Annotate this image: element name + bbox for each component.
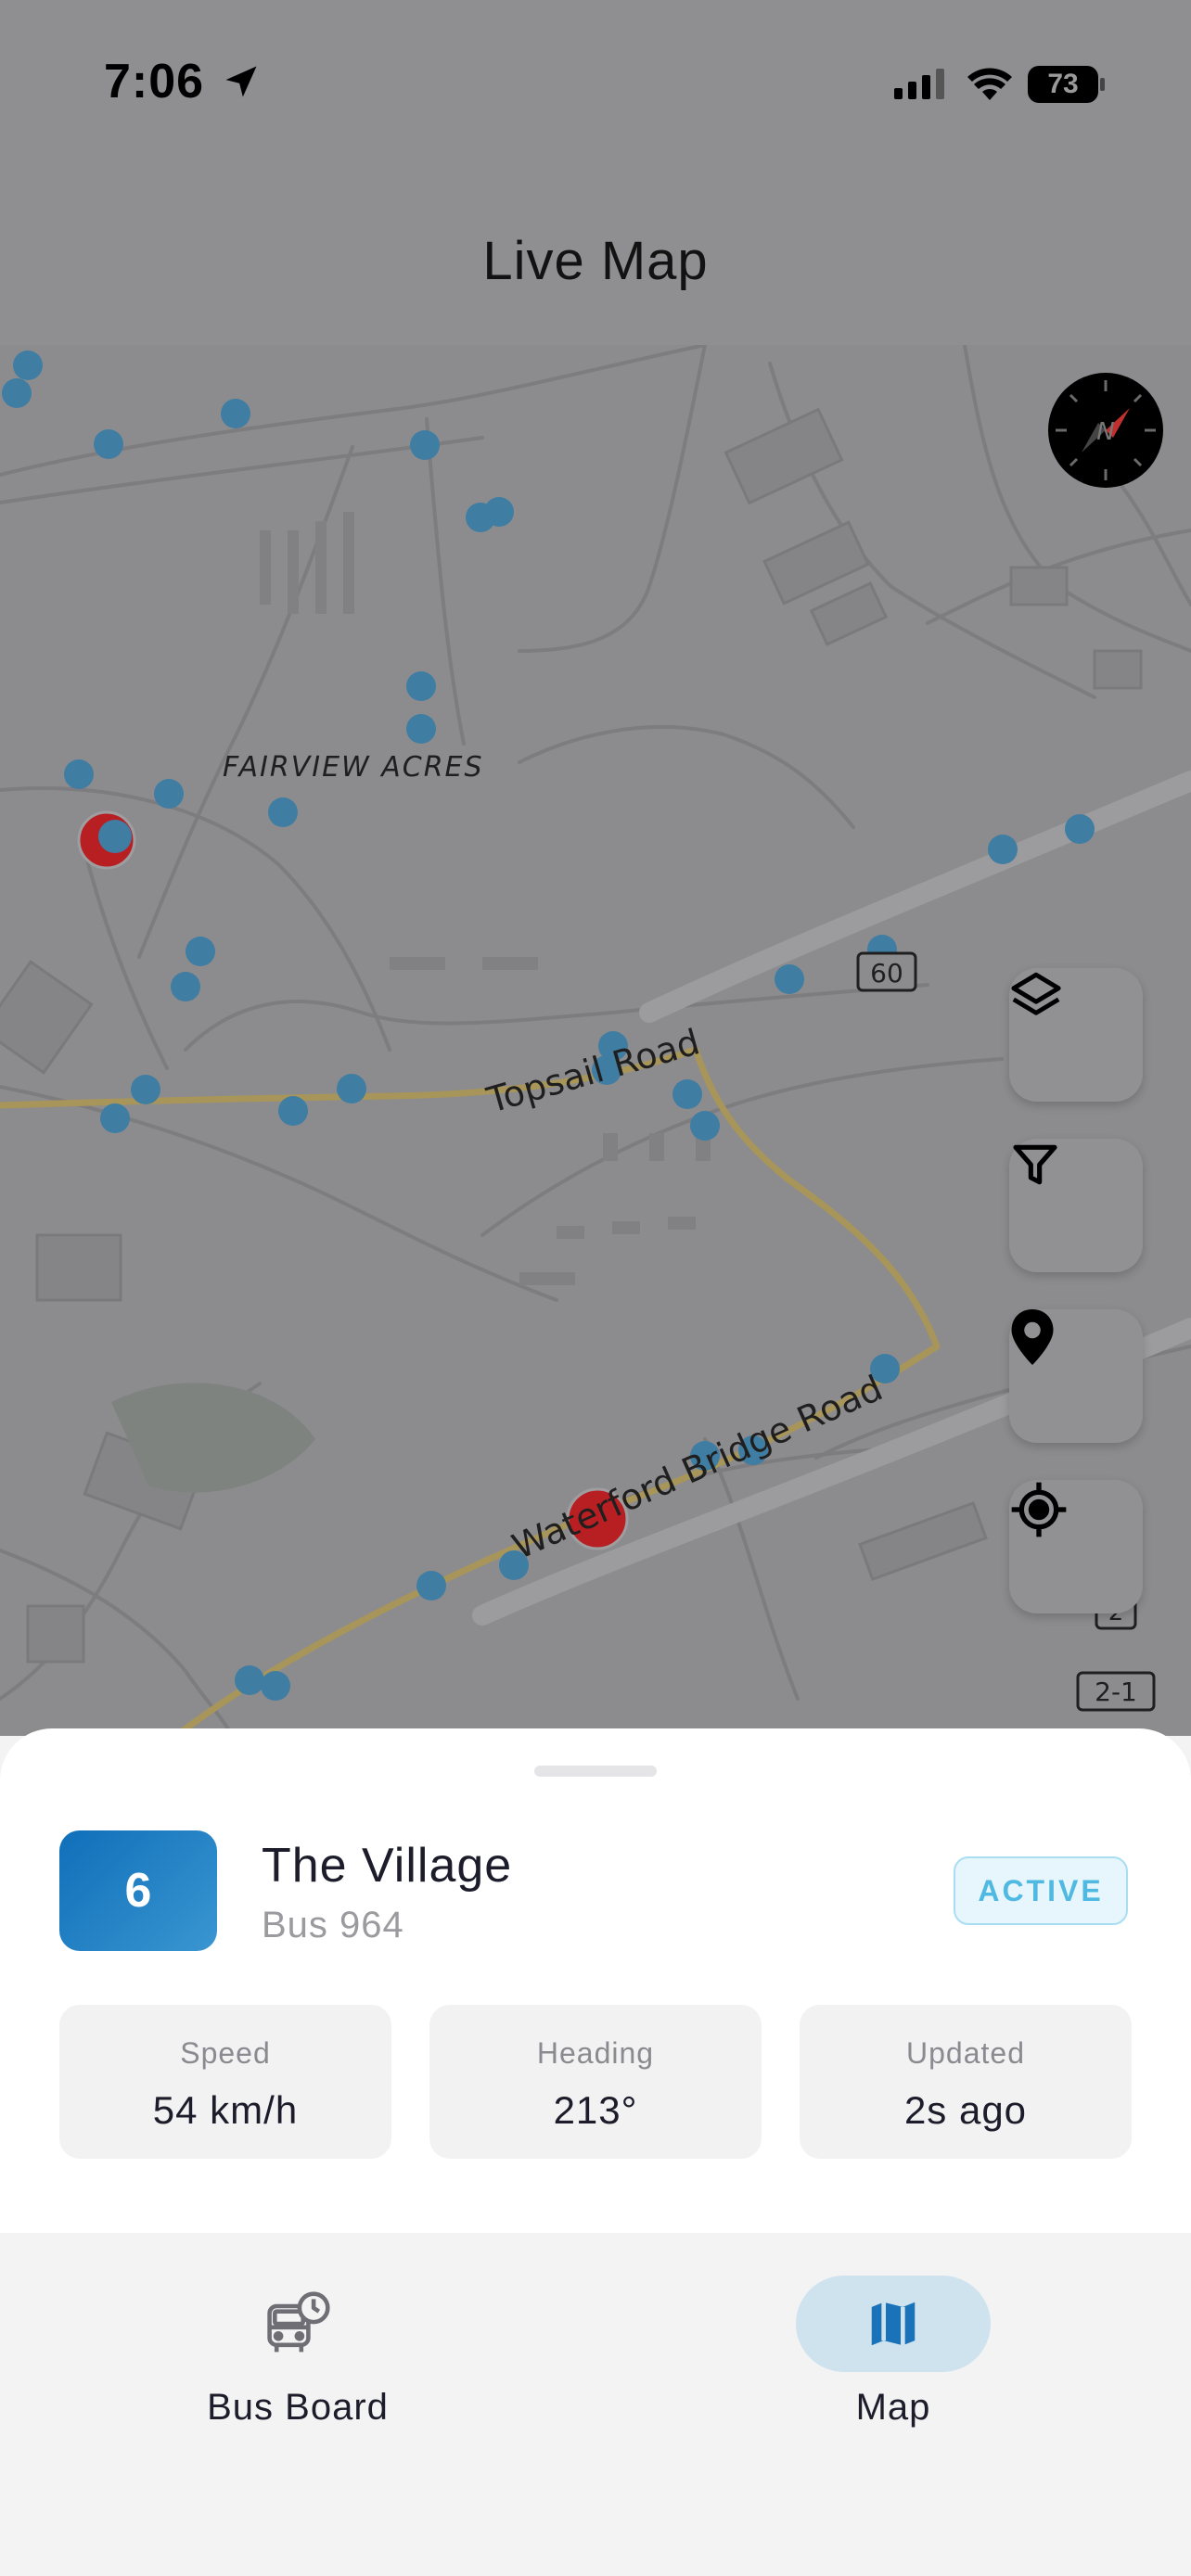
- svg-text:60: 60: [870, 958, 903, 988]
- bus-clock-icon: [267, 2291, 330, 2353]
- route-shield-2-1: 2-1: [1076, 1671, 1156, 1712]
- tab-bus-board[interactable]: Bus Board: [186, 2276, 409, 2429]
- neighborhood-label: FAIRVIEW ACRES: [223, 751, 484, 784]
- road-label-topsail: Topsail Road: [481, 1021, 704, 1121]
- bus-name: Bus 964: [262, 1905, 404, 1945]
- wifi-icon: [967, 68, 1012, 100]
- stat-value: 54 km/h: [152, 2088, 299, 2132]
- tab-label: Map: [855, 2387, 931, 2428]
- map-view[interactable]: FAIRVIEW ACRES Topsail Road Waterford Br…: [0, 345, 1191, 1736]
- stat-label: Updated: [906, 2036, 1025, 2070]
- location-arrow-icon: [225, 66, 257, 97]
- tab-map[interactable]: Map: [782, 2276, 1005, 2429]
- filter-icon: [1013, 1144, 1057, 1185]
- layers-icon: [1011, 972, 1061, 1015]
- tab-icon-container: [200, 2276, 395, 2372]
- app-screen: 7:06 73 Live Map FAIRVIEW ACRES Topsail …: [0, 0, 1191, 2576]
- layers-button[interactable]: [1009, 968, 1143, 1102]
- route-number-badge: 6: [59, 1830, 217, 1951]
- crosshair-icon: [1011, 1482, 1067, 1537]
- signal-icon: [894, 69, 944, 99]
- status-icons: 73: [892, 61, 1105, 108]
- header: 7:06 73 Live Map: [0, 0, 1191, 345]
- stat-updated: Updated 2s ago: [800, 2005, 1132, 2159]
- tab-label: Bus Board: [207, 2387, 389, 2428]
- status-time: 7:06: [104, 55, 205, 108]
- vehicle-detail-sheet[interactable]: 6 The Village Bus 964 ACTIVE Speed 54 km…: [0, 1728, 1191, 2233]
- stat-speed: Speed 54 km/h: [59, 2005, 391, 2159]
- svg-text:N: N: [1096, 418, 1114, 446]
- sheet-grabber[interactable]: [534, 1766, 657, 1777]
- location-pin-icon: [1011, 1309, 1054, 1365]
- page-title: Live Map: [482, 231, 709, 291]
- location-pin-button[interactable]: [1009, 1309, 1143, 1443]
- stat-heading: Heading 213°: [429, 2005, 762, 2159]
- tab-bar: Bus Board Map: [0, 2233, 1191, 2576]
- stat-value: 213°: [553, 2088, 638, 2132]
- filter-button[interactable]: [1009, 1139, 1143, 1272]
- route-name: The Village: [262, 1839, 513, 1893]
- stat-label: Speed: [180, 2036, 271, 2070]
- stat-value: 2s ago: [903, 2088, 1028, 2132]
- tab-icon-container-active: [796, 2276, 991, 2372]
- compass-button[interactable]: N: [1048, 373, 1163, 488]
- stat-label: Heading: [536, 2036, 655, 2070]
- compass-icon: N: [1056, 380, 1156, 480]
- locate-me-button[interactable]: [1009, 1480, 1143, 1613]
- battery-level: 73: [1047, 69, 1079, 99]
- status-badge: ACTIVE: [954, 1856, 1128, 1925]
- svg-text:2-1: 2-1: [1095, 1677, 1137, 1707]
- route-shield-60: 60: [856, 951, 917, 992]
- battery-icon: 73: [1028, 66, 1105, 103]
- map-icon: [871, 2302, 916, 2346]
